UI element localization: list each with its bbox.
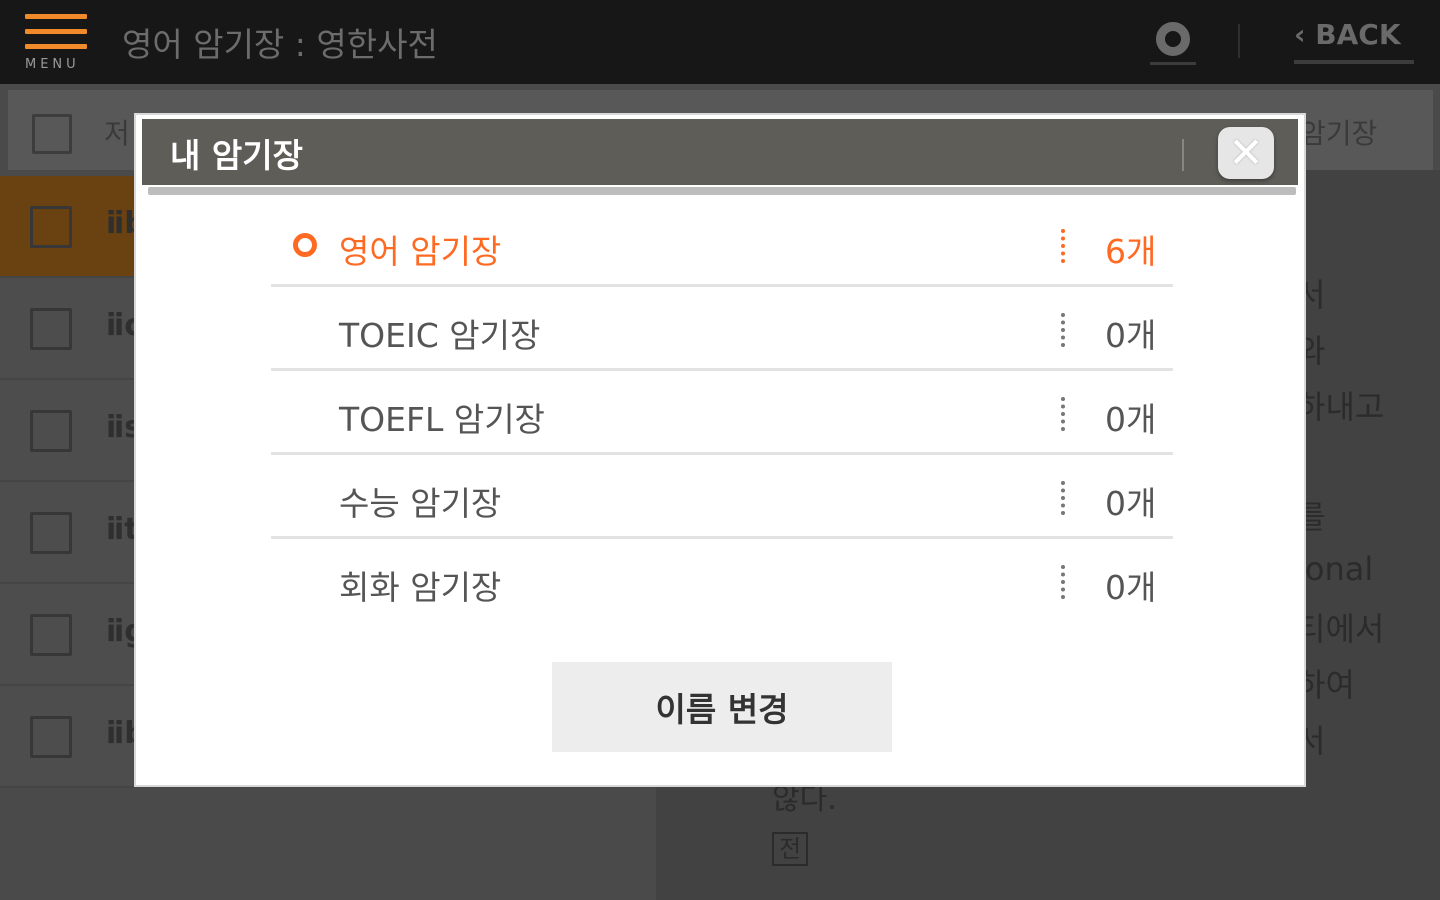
menu-button[interactable]: MENU — [22, 10, 90, 76]
row-checkbox[interactable] — [30, 716, 72, 758]
detail-text: 하내고 — [1296, 388, 1385, 426]
detail-tag[interactable]: 전 — [772, 832, 808, 866]
back-button[interactable]: ‹ BACK — [1294, 18, 1414, 64]
dialog-header: 내 암기장 ✕ — [142, 119, 1298, 185]
rename-button[interactable]: 이름 변경 — [552, 662, 892, 752]
vocab-book-item[interactable]: 영어 암기장 6개 — [271, 203, 1173, 287]
dialog-title: 내 암기장 — [170, 136, 303, 175]
vocab-book-name: 회화 암기장 — [339, 568, 502, 607]
vocab-book-count: 0개 — [1105, 316, 1157, 355]
dotted-divider — [1061, 229, 1065, 263]
settings-button[interactable] — [1150, 18, 1196, 66]
vocab-book-list: 영어 암기장 6개 TOEIC 암기장 0개 TOEFL 암기장 0개 수능 암… — [271, 203, 1173, 623]
list-header-right: 암기장 — [1300, 117, 1378, 150]
close-button[interactable]: ✕ — [1218, 127, 1274, 179]
row-checkbox[interactable] — [30, 614, 72, 656]
vocab-book-name: 영어 암기장 — [339, 232, 502, 271]
row-checkbox[interactable] — [30, 206, 72, 248]
top-bar: MENU 영어 암기장 : 영한사전 ‹ BACK — [0, 0, 1440, 84]
vocab-book-item[interactable]: 수능 암기장 0개 — [271, 455, 1173, 539]
select-all-checkbox[interactable] — [32, 114, 72, 154]
vocab-book-item[interactable]: TOEIC 암기장 0개 — [271, 287, 1173, 371]
vocab-book-name: TOEFL 암기장 — [339, 400, 545, 439]
selected-radio-icon — [293, 233, 317, 257]
row-checkbox[interactable] — [30, 410, 72, 452]
dotted-divider — [1061, 397, 1065, 431]
vocab-book-item[interactable]: 회화 암기장 0개 — [271, 539, 1173, 623]
dotted-divider — [1061, 565, 1065, 599]
vocab-book-count: 0개 — [1105, 568, 1157, 607]
vocab-book-count: 0개 — [1105, 400, 1157, 439]
page-title: 영어 암기장 : 영한사전 — [122, 25, 438, 64]
gear-icon — [1156, 22, 1190, 56]
dotted-divider — [1061, 481, 1065, 515]
back-label: ‹ BACK — [1294, 18, 1401, 51]
row-checkbox[interactable] — [30, 308, 72, 350]
vocab-book-count: 6개 — [1105, 232, 1157, 271]
menu-label: MENU — [25, 57, 80, 72]
hamburger-icon — [25, 14, 87, 59]
vocab-book-item[interactable]: TOEFL 암기장 0개 — [271, 371, 1173, 455]
header-divider — [1182, 139, 1184, 171]
detail-text: ional — [1296, 550, 1374, 588]
row-checkbox[interactable] — [30, 512, 72, 554]
toolbar-divider — [1238, 24, 1240, 58]
close-icon: ✕ — [1228, 128, 1264, 177]
vocab-book-name: TOEIC 암기장 — [339, 316, 541, 355]
header-shadow — [148, 187, 1296, 195]
dotted-divider — [1061, 313, 1065, 347]
vocab-book-count: 0개 — [1105, 484, 1157, 523]
list-header-label: 저 — [104, 117, 130, 150]
detail-text: 티에서 — [1296, 610, 1385, 648]
my-vocab-dialog: 내 암기장 ✕ 영어 암기장 6개 TOEIC 암기장 0개 TOEFL 암기장… — [134, 113, 1306, 787]
vocab-book-name: 수능 암기장 — [339, 484, 502, 523]
